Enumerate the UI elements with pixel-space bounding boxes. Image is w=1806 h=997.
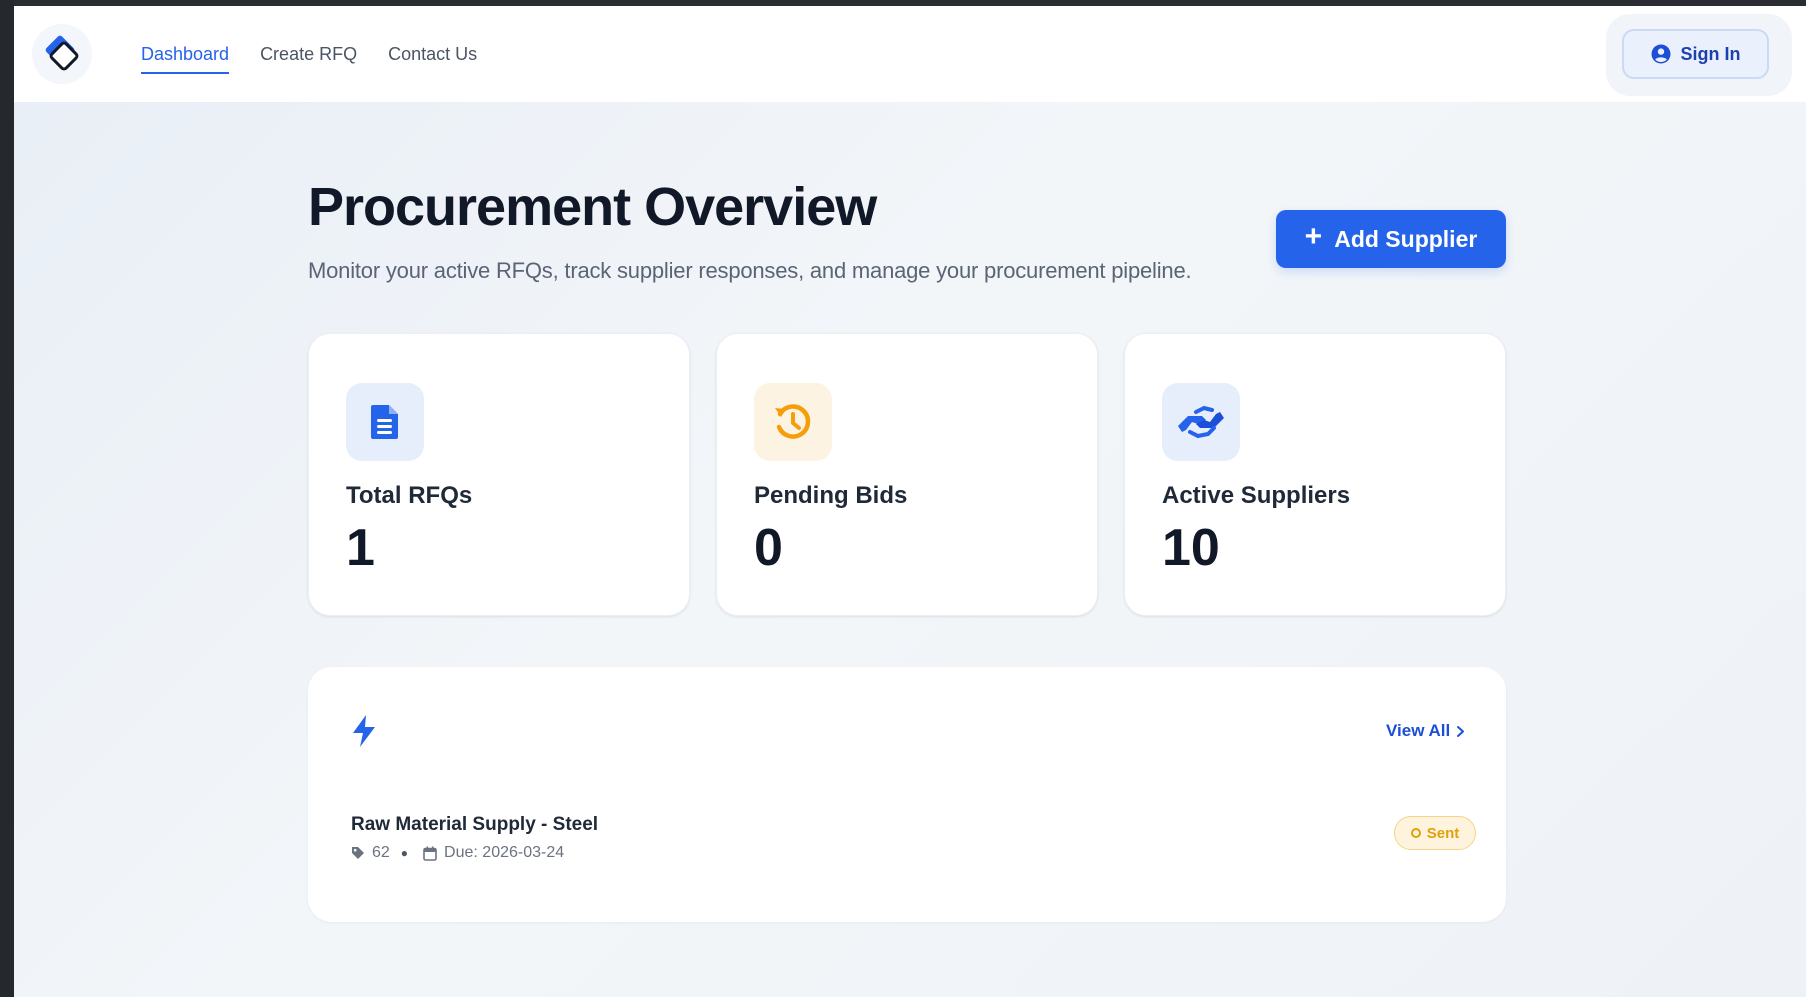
status-label: Sent: [1426, 824, 1460, 842]
stat-card-total-rfqs: Total RFQs 1: [308, 333, 690, 616]
document-icon: [371, 405, 398, 439]
stat-label: Total RFQs: [346, 482, 473, 509]
rfq-item-meta: 62 ● Due: 2026-03-24: [351, 844, 564, 862]
view-all-label: View All: [1386, 721, 1451, 740]
separator-dot: ●: [400, 846, 409, 860]
app-root: Dashboard Create RFQ Contact Us Sign In …: [14, 6, 1806, 997]
rfq-quantity: 62: [372, 844, 390, 861]
stat-label: Pending Bids: [754, 482, 908, 509]
chevron-right-icon: [1457, 725, 1465, 737]
plus-icon: +: [1304, 220, 1323, 253]
stat-value: 10: [1162, 519, 1220, 577]
bolt-icon: [353, 715, 375, 747]
top-navbar: Dashboard Create RFQ Contact Us Sign In: [14, 6, 1806, 102]
stat-card-pending-bids: Pending Bids 0: [716, 333, 1098, 616]
add-supplier-label: Add Supplier: [1334, 225, 1478, 252]
stat-icon-tile: [346, 383, 424, 461]
stat-value: 1: [346, 519, 375, 577]
nav-link-create-rfq[interactable]: Create RFQ: [260, 44, 357, 74]
tag-icon: [352, 847, 364, 859]
rfq-item-title[interactable]: Raw Material Supply - Steel: [351, 814, 598, 836]
nav-link-contact-us[interactable]: Contact Us: [388, 44, 477, 74]
user-circle-icon: [1651, 44, 1670, 64]
signin-button[interactable]: Sign In: [1622, 29, 1769, 79]
signin-label: Sign In: [1680, 43, 1741, 64]
stat-icon-tile: [754, 383, 832, 461]
logo-icon: [45, 35, 79, 71]
stat-value: 0: [754, 519, 783, 577]
rfq-due-date: Due: 2026-03-24: [444, 844, 565, 861]
stat-card-active-suppliers: Active Suppliers 10: [1124, 333, 1506, 616]
main-nav: Dashboard Create RFQ Contact Us: [141, 44, 477, 74]
page-subtitle: Monitor your active RFQs, track supplier…: [308, 258, 1192, 283]
app-logo[interactable]: [32, 24, 92, 84]
recent-rfqs-panel: View All Raw Material Supply - Steel 62 …: [308, 667, 1506, 922]
status-badge: Sent: [1394, 816, 1476, 850]
calendar-icon: [423, 846, 437, 861]
handshake-icon: [1178, 405, 1224, 439]
nav-link-dashboard[interactable]: Dashboard: [141, 44, 230, 74]
add-supplier-button[interactable]: + Add Supplier: [1276, 210, 1506, 268]
stat-icon-tile: [1162, 383, 1240, 461]
status-dot-icon: [1410, 828, 1421, 838]
page-title: Procurement Overview: [308, 177, 877, 237]
history-icon: [775, 404, 811, 439]
view-all-link[interactable]: View All: [1386, 721, 1465, 741]
window-frame-left: [0, 0, 14, 997]
stat-label: Active Suppliers: [1162, 482, 1351, 509]
